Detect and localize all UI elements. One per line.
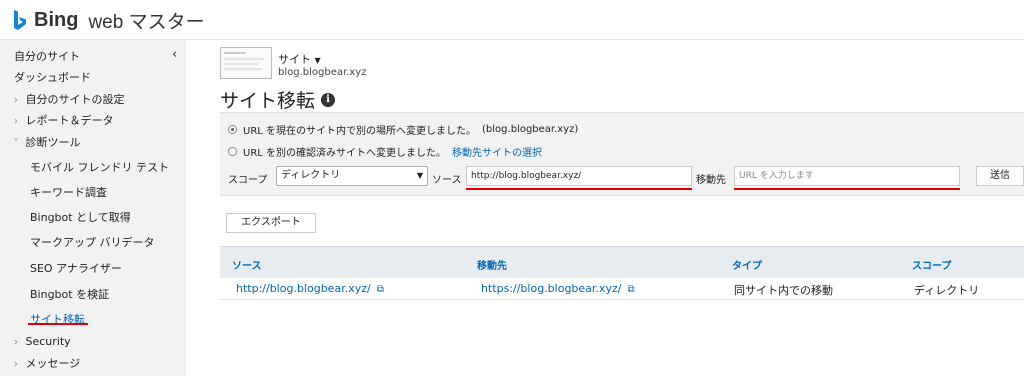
option-other-site-label: URL を別の確認済みサイトへ変更しました。 [243,147,447,159]
source-label: ソース [432,175,462,186]
sidebar-item-my-sites[interactable]: 自分のサイト [0,47,80,67]
sidebar-item-site-move[interactable]: サイト移転 [0,310,85,330]
sidebar-item-keyword-research[interactable]: キーワード調査 [0,183,107,203]
sidebar-item-label: SEO アナライザー [30,262,122,275]
source-url-link[interactable]: http://blog.blogbear.xyz/ [236,282,371,295]
site-url: blog.blogbear.xyz [278,67,367,78]
destination-url-link[interactable]: https://blog.blogbear.xyz/ [481,282,621,295]
sidebar-item-diagnostics[interactable]: ˅ 診断ツール [0,133,81,153]
main-content: サイト ▼ blog.blogbear.xyz サイト移転 i URL を現在の… [186,40,1024,376]
brand[interactable]: Bing web マスター [12,7,205,34]
sidebar-item-label: ダッシュボード [14,71,91,84]
option-other-site[interactable]: URL を別の確認済みサイトへ変更しました。 移動先サイトの選択 [228,143,542,159]
destination-label: 移動先 [696,175,726,186]
sidebar-item-fetch-as-bingbot[interactable]: Bingbot として取得 [0,208,131,228]
destination-url-cell[interactable]: https://blog.blogbear.xyz/ ⧉ [481,282,635,295]
sidebar-item-label: マークアップ バリデータ [30,236,155,249]
option-same-site-label: URL を現在のサイト内で別の場所へ変更しました。 [243,125,477,137]
sidebar-item-messages[interactable]: › メッセージ [0,354,80,374]
sidebar-item-label: モバイル フレンドリ テスト [30,161,169,174]
sidebar-item-mobile-test[interactable]: モバイル フレンドリ テスト [0,158,169,178]
site-move-form: URL を現在のサイト内で別の場所へ変更しました。 (blog.blogbear… [220,112,1024,196]
active-item-underline [28,323,88,325]
scope-cell: ディレクトリ [914,284,980,297]
chevron-right-icon: › [14,95,18,106]
sidebar: ‹ 自分のサイト ダッシュボード › 自分のサイトの設定 › レポート＆データ … [0,40,186,376]
sidebar-item-markup-validator[interactable]: マークアップ バリデータ [0,233,155,253]
sidebar-item-reports[interactable]: › レポート＆データ [0,111,114,131]
scope-label: スコープ [228,175,268,186]
column-header-source[interactable]: ソース [232,257,262,272]
chevron-right-icon: › [14,359,18,370]
option-same-site-domain: (blog.blogbear.xyz) [482,123,579,135]
page-title-text: サイト移転 [220,90,316,112]
select-destination-link[interactable]: 移動先サイトの選択 [452,144,542,159]
app-header: Bing web マスター [0,0,1024,40]
sidebar-item-label: キーワード調査 [30,186,107,199]
collapse-sidebar-icon[interactable]: ‹ [172,47,177,62]
source-url-cell[interactable]: http://blog.blogbear.xyz/ ⧉ [236,282,384,295]
site-thumbnail [220,47,272,79]
column-header-destination[interactable]: 移動先 [477,257,507,272]
sidebar-item-seo-analyzer[interactable]: SEO アナライザー [0,259,122,279]
site-selector-label: サイト [278,53,311,66]
external-link-icon[interactable]: ⧉ [627,284,634,295]
source-input[interactable]: http://blog.blogbear.xyz/ [466,166,692,186]
chevron-down-icon: ˅ [13,138,19,149]
product-name: web マスター [88,12,205,33]
send-button[interactable]: 送信 [976,166,1024,186]
sidebar-item-label: メッセージ [25,357,81,370]
sidebar-item-site-settings[interactable]: › 自分のサイトの設定 [0,90,125,110]
option-same-site[interactable]: URL を現在のサイト内で別の場所へ変更しました。 (blog.blogbear… [228,121,578,137]
page-title: サイト移転 i [220,86,336,113]
chevron-right-icon: › [14,116,18,127]
caret-down-icon: ▼ [416,171,423,180]
scope-select[interactable]: ディレクトリ ▼ [276,166,428,186]
external-link-icon[interactable]: ⧉ [377,284,384,295]
sidebar-item-verify-bingbot[interactable]: Bingbot を検証 [0,285,109,305]
sidebar-item-dashboard[interactable]: ダッシュボード [0,68,91,88]
caret-down-icon: ▼ [314,56,321,65]
sidebar-item-label: レポート＆データ [25,114,114,127]
scope-select-value: ディレクトリ [281,170,341,181]
type-cell: 同サイト内での移動 [734,284,833,297]
destination-highlight-underline [734,188,960,190]
sidebar-item-label: Bingbot を検証 [30,288,110,301]
bing-logo-icon [14,9,26,30]
column-header-type[interactable]: タイプ [732,257,762,272]
chevron-right-icon: › [14,337,18,348]
site-selector[interactable]: サイト ▼ [278,51,321,67]
sidebar-item-security[interactable]: › Security [0,332,71,352]
sidebar-item-label: 自分のサイト [14,50,80,63]
destination-input[interactable]: URL を入力します [734,166,960,186]
info-icon[interactable]: i [321,92,336,107]
table-header: ソース 移動先 タイプ スコープ [220,246,1024,278]
sidebar-item-label: Security [25,335,71,348]
radio-same-site[interactable] [228,124,237,134]
export-button[interactable]: エクスポート [226,213,316,233]
column-header-scope[interactable]: スコープ [912,257,951,272]
sidebar-item-label: 診断ツール [25,136,81,149]
brand-name: Bing [34,9,79,31]
sidebar-item-label: Bingbot として取得 [30,211,131,224]
table-row: http://blog.blogbear.xyz/ ⧉ https://blog.… [220,278,1024,300]
source-highlight-underline [466,188,692,190]
radio-other-site[interactable] [228,146,237,156]
sidebar-item-label: 自分のサイトの設定 [25,93,125,106]
